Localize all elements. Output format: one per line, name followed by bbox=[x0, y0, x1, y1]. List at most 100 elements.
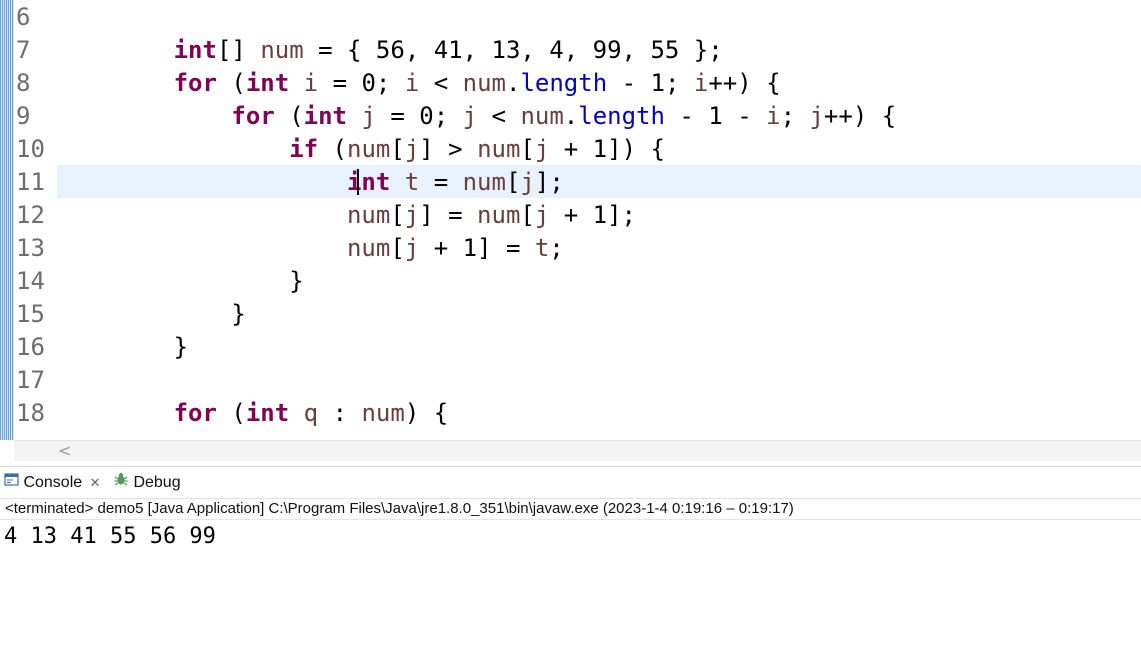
tab-console-label: Console bbox=[23, 474, 83, 491]
code-token: ] = bbox=[419, 201, 478, 229]
code-token: [] bbox=[216, 36, 261, 64]
code-token: } bbox=[58, 333, 189, 361]
console-output[interactable]: 4 13 41 55 56 99 bbox=[4, 521, 216, 553]
keyword-token: int bbox=[173, 36, 217, 64]
code-line[interactable]: 17 bbox=[0, 364, 1141, 397]
variable-token: num bbox=[361, 399, 405, 427]
keyword-token: for bbox=[173, 69, 217, 97]
variable-token: i bbox=[766, 102, 781, 130]
code-token: ] > bbox=[419, 135, 478, 163]
code-text: } bbox=[58, 298, 245, 331]
code-line[interactable]: 16 } bbox=[0, 331, 1141, 364]
variable-token: j bbox=[361, 102, 376, 130]
line-number: 14 bbox=[16, 267, 45, 295]
code-token: - 1; bbox=[607, 69, 694, 97]
variable-token: num bbox=[346, 201, 391, 229]
tab-console[interactable]: Console ✕ bbox=[4, 467, 101, 498]
code-token: [ bbox=[390, 135, 405, 163]
variable-token: t bbox=[534, 234, 550, 262]
code-text: for (int i = 0; i < num.length - 1; i++)… bbox=[58, 67, 781, 100]
line-number: 15 bbox=[16, 300, 45, 328]
variable-token: num bbox=[347, 135, 391, 163]
editor-horizontal-scrollbar[interactable]: < bbox=[14, 440, 1141, 461]
code-token: < bbox=[477, 102, 521, 130]
debug-icon bbox=[113, 467, 129, 498]
tab-debug-label: Debug bbox=[133, 474, 181, 491]
keyword-token: int bbox=[303, 102, 348, 130]
tab-debug[interactable]: Debug bbox=[113, 467, 181, 498]
code-token: = bbox=[419, 168, 463, 196]
code-line[interactable]: 7 int[] num = { 56, 41, 13, 4, 99, 55 }; bbox=[0, 34, 1141, 67]
line-number: 7 bbox=[16, 36, 31, 64]
code-text: int t = num[j]; bbox=[58, 166, 564, 199]
variable-token: j bbox=[462, 102, 478, 130]
code-token: [ bbox=[505, 168, 521, 196]
line-number: 8 bbox=[16, 69, 31, 97]
code-text: num[j + 1] = t; bbox=[58, 232, 564, 265]
code-token: ; bbox=[780, 102, 810, 130]
variable-token: j bbox=[404, 234, 420, 262]
code-token: ) { bbox=[404, 399, 449, 427]
code-line[interactable]: 11 int t = num[j]; bbox=[0, 166, 1141, 199]
variable-token: j bbox=[534, 135, 550, 163]
variable-token: t bbox=[404, 168, 420, 196]
console-view-tabbar: Console ✕ Debug bbox=[0, 466, 1141, 499]
code-editor[interactable]: 67 int[] num = { 56, 41, 13, 4, 99, 55 }… bbox=[0, 0, 1141, 440]
keyword-token: int bbox=[245, 69, 290, 97]
code-token: . bbox=[563, 102, 579, 130]
code-line[interactable]: 6 bbox=[0, 1, 1141, 34]
line-number: 12 bbox=[16, 201, 45, 229]
code-token: } bbox=[58, 267, 304, 295]
code-line[interactable]: 13 num[j + 1] = t; bbox=[0, 232, 1141, 265]
code-token: [ bbox=[390, 234, 405, 262]
variable-token: num bbox=[346, 234, 391, 262]
code-line[interactable]: 18 for (int q : num) { bbox=[0, 397, 1141, 430]
code-token: + 1]) { bbox=[549, 135, 665, 163]
field-token: length bbox=[520, 69, 608, 97]
code-token: + 1] = bbox=[419, 234, 535, 262]
code-text: } bbox=[58, 265, 304, 298]
code-line[interactable]: 8 for (int i = 0; i < num.length - 1; i+… bbox=[0, 67, 1141, 100]
variable-token: j bbox=[809, 102, 824, 130]
code-line[interactable]: 9 for (int j = 0; j < num.length - 1 - i… bbox=[0, 100, 1141, 133]
variable-token: q bbox=[303, 399, 319, 427]
code-line[interactable]: 10 if (num[j] > num[j + 1]) { bbox=[0, 133, 1141, 166]
variable-token: j bbox=[534, 201, 550, 229]
text-caret bbox=[357, 169, 359, 195]
scroll-left-arrow-icon[interactable]: < bbox=[58, 441, 71, 461]
code-token: ++) { bbox=[823, 102, 897, 130]
code-token: ; bbox=[549, 234, 564, 262]
keyword-token: if bbox=[289, 135, 319, 163]
code-token: = 0; bbox=[318, 69, 405, 97]
close-icon[interactable]: ✕ bbox=[90, 475, 101, 490]
variable-token: j bbox=[404, 135, 420, 163]
code-line[interactable]: 12 num[j] = num[j + 1]; bbox=[0, 199, 1141, 232]
code-token: ( bbox=[216, 69, 246, 97]
variable-token: i bbox=[303, 69, 319, 97]
line-number: 9 bbox=[16, 102, 31, 130]
code-token: : bbox=[318, 399, 362, 427]
console-icon bbox=[4, 467, 19, 498]
line-number: 18 bbox=[16, 399, 45, 427]
variable-token: num bbox=[477, 201, 521, 229]
code-text: } bbox=[58, 331, 188, 364]
code-text: int[] num = { 56, 41, 13, 4, 99, 55 }; bbox=[58, 34, 723, 67]
field-token: length bbox=[578, 102, 665, 130]
line-number: 13 bbox=[16, 234, 45, 262]
code-line[interactable]: 15 } bbox=[0, 298, 1141, 331]
line-number: 10 bbox=[16, 135, 45, 163]
code-text: for (int q : num) { bbox=[58, 397, 449, 430]
code-token: . bbox=[506, 69, 521, 97]
code-token: ++) { bbox=[708, 69, 781, 97]
line-number: 16 bbox=[16, 333, 45, 361]
code-line[interactable]: 14 } bbox=[0, 265, 1141, 298]
variable-token: num bbox=[462, 69, 506, 97]
